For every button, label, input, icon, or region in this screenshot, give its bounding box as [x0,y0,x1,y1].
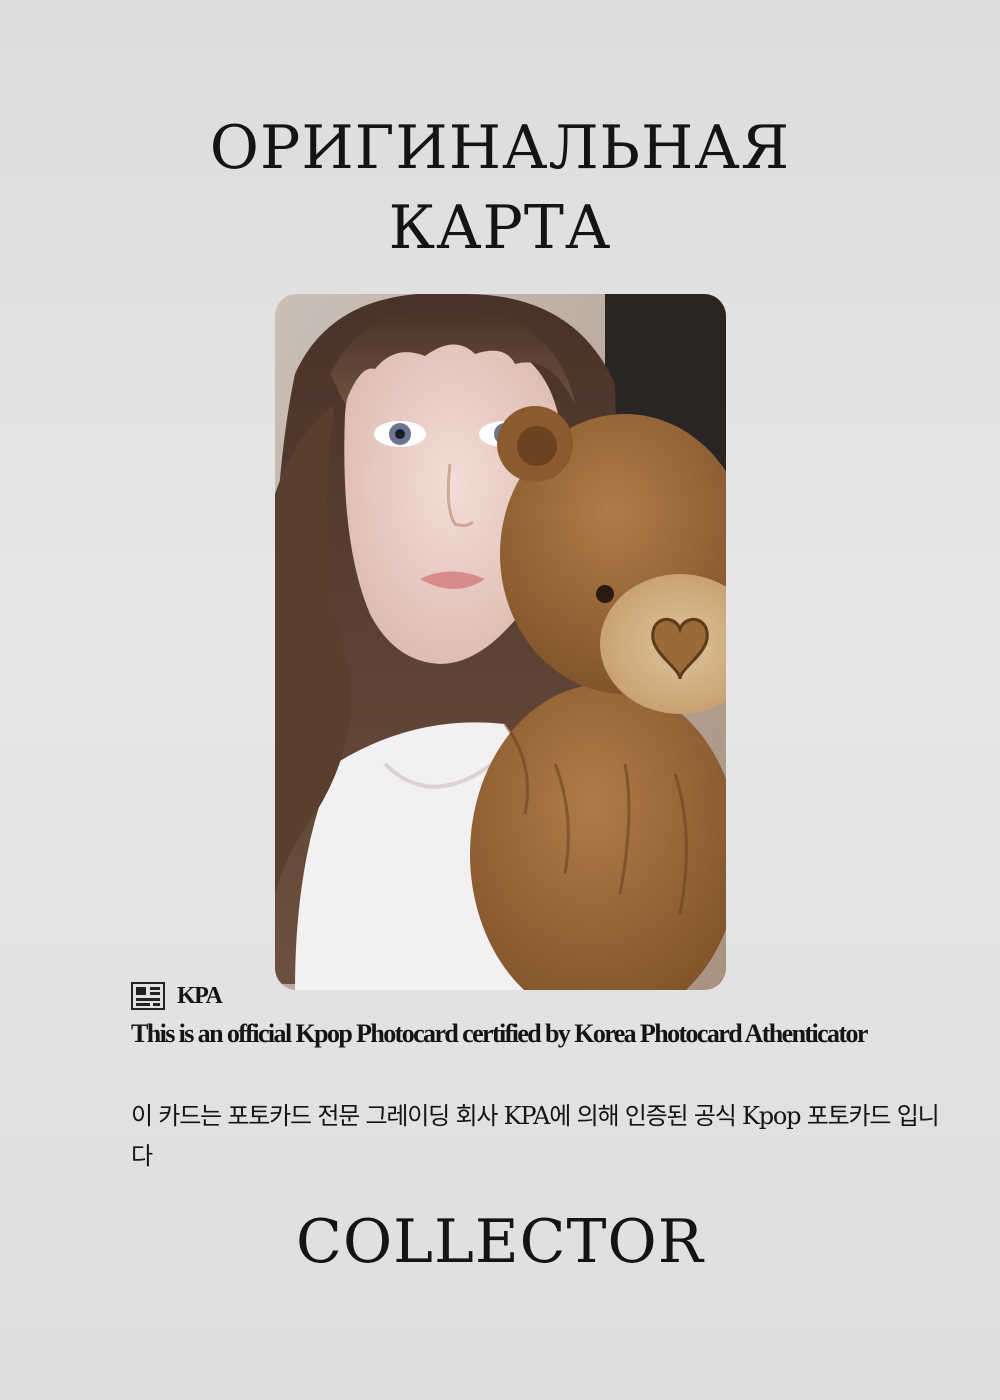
certification-statement-korean: 이 카드는 포토카드 전문 그레이딩 회사 KPA에 의해 인증된 공식 Kpo… [131,1102,940,1170]
page-title-line-2: КАРТА [388,193,612,263]
photocard-image [275,294,726,990]
certification-statement-english: This is an official Kpop Photocard certi… [131,1019,868,1048]
page-title-line-1: ОРИГИНАЛЬНАЯ [209,113,791,183]
collector-label: COLLECTOR [296,1207,704,1277]
kpa-logo-icon [131,982,165,1010]
kpa-company-name: KPA [177,982,223,1009]
kpa-header: KPA [131,980,223,1012]
